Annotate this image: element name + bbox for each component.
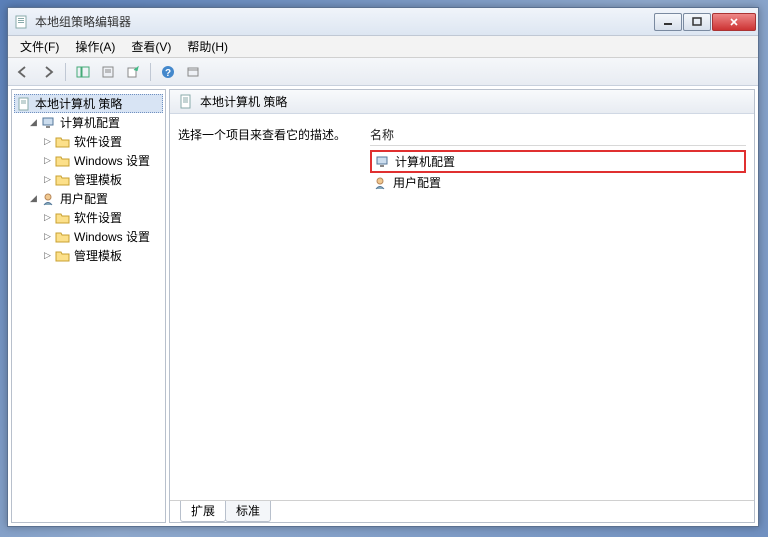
tree-computer-config[interactable]: ◢ 计算机配置: [14, 113, 163, 132]
expand-icon[interactable]: ▷: [42, 155, 53, 166]
document-icon: [16, 97, 32, 111]
computer-icon: [375, 155, 391, 169]
collapse-icon[interactable]: ◢: [28, 117, 39, 128]
folder-icon: [55, 135, 71, 149]
tree-software-settings[interactable]: ▷ 软件设置: [14, 132, 163, 151]
details-header: 本地计算机 策略: [170, 90, 754, 114]
tree-root[interactable]: 本地计算机 策略: [14, 94, 163, 113]
maximize-button[interactable]: [683, 13, 711, 31]
close-button[interactable]: [712, 13, 756, 31]
tree-root-label: 本地计算机 策略: [35, 95, 122, 112]
tree-pane[interactable]: 本地计算机 策略 ◢ 计算机配置 ▷ 软件设置 ▷ Windows 设置: [11, 89, 166, 523]
app-window: 本地组策略编辑器 文件(F) 操作(A) 查看(V) 帮助(H) ? 本地计算机…: [7, 7, 759, 527]
forward-button[interactable]: [37, 61, 59, 83]
window-buttons: [654, 13, 756, 31]
tree-label: Windows 设置: [74, 152, 150, 169]
details-title: 本地计算机 策略: [200, 93, 287, 110]
menu-action[interactable]: 操作(A): [67, 36, 123, 57]
tree-label: 管理模板: [74, 247, 122, 264]
show-tree-button[interactable]: [72, 61, 94, 83]
expand-icon[interactable]: ▷: [42, 174, 53, 185]
document-icon: [178, 94, 194, 110]
details-pane: 本地计算机 策略 选择一个项目来查看它的描述。 名称 计算机配置 用户配置: [169, 89, 755, 523]
column-header-name[interactable]: 名称: [370, 126, 746, 146]
tree-label: 计算机配置: [60, 114, 120, 131]
tree-windows-settings[interactable]: ▷ Windows 设置: [14, 151, 163, 170]
svg-text:?: ?: [165, 68, 171, 79]
tree-label: 软件设置: [74, 209, 122, 226]
collapse-icon[interactable]: ◢: [28, 193, 39, 204]
tab-standard[interactable]: 标准: [225, 501, 271, 522]
export-button[interactable]: [122, 61, 144, 83]
folder-icon: [55, 230, 71, 244]
tree-software-settings[interactable]: ▷ 软件设置: [14, 208, 163, 227]
tree-windows-settings[interactable]: ▷ Windows 设置: [14, 227, 163, 246]
tree-user-config[interactable]: ◢ 用户配置: [14, 189, 163, 208]
titlebar[interactable]: 本地组策略编辑器: [8, 8, 758, 36]
list-item-label: 计算机配置: [395, 153, 455, 170]
menu-help[interactable]: 帮助(H): [179, 36, 236, 57]
folder-icon: [55, 249, 71, 263]
menubar: 文件(F) 操作(A) 查看(V) 帮助(H): [8, 36, 758, 58]
tab-strip: 扩展 标准: [170, 500, 754, 522]
list-item-user-config[interactable]: 用户配置: [370, 173, 746, 192]
expand-icon[interactable]: ▷: [42, 250, 53, 261]
app-icon: [14, 14, 30, 30]
back-button[interactable]: [12, 61, 34, 83]
toolbar-separator: [150, 63, 151, 81]
description-pane: 选择一个项目来查看它的描述。: [178, 126, 358, 492]
tree-label: Windows 设置: [74, 228, 150, 245]
user-icon: [41, 192, 57, 206]
list-item-computer-config[interactable]: 计算机配置: [370, 150, 746, 173]
tab-extended[interactable]: 扩展: [180, 501, 226, 522]
user-icon: [373, 176, 389, 190]
tree-admin-templates[interactable]: ▷ 管理模板: [14, 246, 163, 265]
expand-icon[interactable]: ▷: [42, 212, 53, 223]
tree-label: 软件设置: [74, 133, 122, 150]
toolbar-separator: [65, 63, 66, 81]
expand-icon[interactable]: ▷: [42, 231, 53, 242]
list-pane[interactable]: 名称 计算机配置 用户配置: [370, 126, 746, 492]
tree-label: 用户配置: [60, 190, 108, 207]
folder-icon: [55, 173, 71, 187]
list-item-label: 用户配置: [393, 174, 441, 191]
computer-icon: [41, 116, 57, 130]
help-button[interactable]: ?: [157, 61, 179, 83]
filter-button[interactable]: [182, 61, 204, 83]
tree-admin-templates[interactable]: ▷ 管理模板: [14, 170, 163, 189]
description-text: 选择一个项目来查看它的描述。: [178, 126, 358, 143]
menu-file[interactable]: 文件(F): [12, 36, 67, 57]
minimize-button[interactable]: [654, 13, 682, 31]
expand-icon[interactable]: ▷: [42, 136, 53, 147]
tree-label: 管理模板: [74, 171, 122, 188]
content-area: 本地计算机 策略 ◢ 计算机配置 ▷ 软件设置 ▷ Windows 设置: [8, 86, 758, 526]
properties-button[interactable]: [97, 61, 119, 83]
toolbar: ?: [8, 58, 758, 86]
details-body: 选择一个项目来查看它的描述。 名称 计算机配置 用户配置: [170, 114, 754, 500]
folder-icon: [55, 154, 71, 168]
menu-view[interactable]: 查看(V): [123, 36, 179, 57]
window-title: 本地组策略编辑器: [35, 13, 654, 30]
folder-icon: [55, 211, 71, 225]
